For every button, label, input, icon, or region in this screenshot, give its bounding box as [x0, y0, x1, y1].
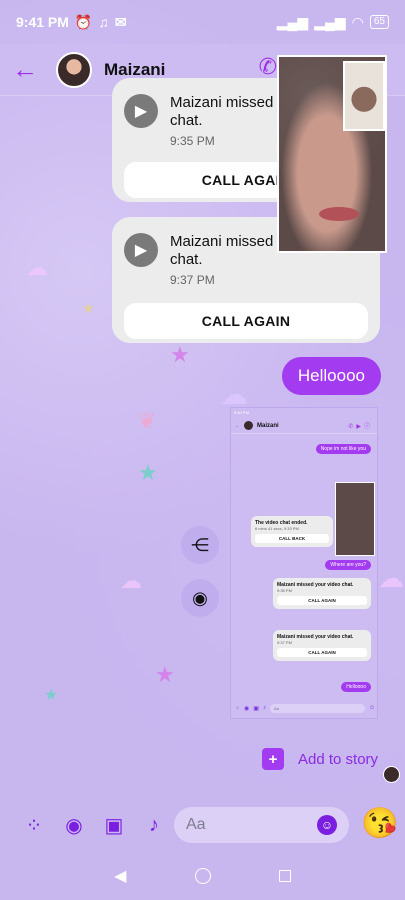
wifi-icon: ◠	[351, 13, 364, 30]
apps-icon: ⁘	[235, 705, 241, 712]
screenshot-contact-name: Maizani	[257, 422, 279, 429]
screenshot-message: Where are you?	[325, 560, 371, 570]
apps-icon[interactable]: ⁘	[14, 813, 54, 838]
shared-screenshot-image[interactable]: 9:40 PM ← Maizani ✆▶ⓘ Nope im not like y…	[230, 407, 378, 719]
contact-name[interactable]: Maizani	[104, 60, 165, 80]
call-again-button[interactable]: CALL AGAIN	[124, 303, 368, 339]
message-composer: ⁘ ◉ ▣ ♪ Aa ☺ 😘	[0, 803, 405, 847]
signal-icon: ▂▄▆	[276, 13, 309, 30]
signal-icon: ▂▄▆	[314, 13, 346, 30]
system-navigation-bar: ◀	[0, 852, 405, 900]
battery-icon: 65	[369, 15, 389, 29]
add-story-icon: +	[262, 748, 284, 770]
share-button[interactable]: ⋲	[181, 526, 219, 564]
gallery-icon[interactable]: ▣	[94, 813, 134, 838]
message-time: 9:37 PM	[170, 273, 215, 287]
screenshot-call-card: Maizani missed your video chat. 9:35 PM …	[273, 578, 371, 609]
camera-icon: ◉	[192, 587, 208, 608]
mic-icon: ♪	[262, 705, 266, 711]
screenshot-card-meta: 6 mins 41 secs, 9:33 PM	[255, 526, 299, 531]
alarm-icon: ⏰	[74, 13, 93, 30]
message-input-placeholder: Aa	[186, 816, 206, 833]
call-icons: ✆▶ⓘ	[348, 424, 373, 430]
screenshot-status-bar: 9:40 PM	[234, 410, 249, 415]
video-camera-icon: ▶	[124, 94, 158, 128]
star-sticker-icon: ★	[170, 342, 190, 367]
screenshot-card-button: CALL AGAIN	[277, 648, 367, 657]
cloud-sticker-icon: ☁	[378, 563, 404, 593]
emoji-picker-icon[interactable]: ☺	[317, 815, 337, 835]
screenshot-video-overlay	[335, 482, 375, 556]
nav-home-icon[interactable]	[194, 868, 211, 884]
message-input[interactable]: Aa ☺	[174, 807, 349, 843]
back-arrow-icon[interactable]: ←	[12, 54, 48, 85]
screenshot-header: ← Maizani ✆▶ⓘ	[231, 418, 377, 434]
nav-back-icon[interactable]: ◀	[114, 866, 126, 886]
video-camera-icon: ▶	[124, 233, 158, 267]
screenshot-message: Helloooo	[341, 682, 371, 692]
status-time: 9:41 PM	[16, 14, 69, 30]
emoji-icon: ☺	[368, 705, 375, 711]
screenshot-call-card: Maizani missed your video chat. 9:37 PM …	[273, 630, 371, 661]
share-icon: ⋲	[191, 534, 209, 555]
avatar[interactable]	[56, 51, 92, 88]
star-sticker-icon: ★	[138, 460, 158, 485]
screenshot-card-button: CALL BACK	[255, 534, 329, 543]
screenshot-card-meta: 9:37 PM	[277, 640, 292, 645]
screenshot-card-button: CALL AGAIN	[277, 596, 367, 605]
star-sticker-icon: ★	[82, 300, 95, 316]
screenshot-call-card: The video chat ended. 6 mins 41 secs, 9:…	[251, 516, 333, 547]
screenshot-card-meta: 9:35 PM	[277, 588, 292, 593]
cloud-sticker-icon: ☁	[26, 255, 48, 280]
quick-reaction-emoji-icon[interactable]: 😘	[361, 806, 398, 841]
status-bar: 9:41 PM ⏰ ♫ ✉ ▂▄▆ ▂▄▆ ◠ 65	[0, 0, 405, 44]
screenshot-composer: ⁘ ◉ ▣ ♪ Aa ☺	[235, 702, 375, 714]
microphone-icon[interactable]: ♪	[134, 814, 174, 837]
headset-icon: ♫	[98, 14, 109, 30]
sent-message-bubble[interactable]: Helloooo	[281, 357, 381, 395]
self-view-video[interactable]	[343, 61, 385, 131]
nav-recents-icon[interactable]	[278, 870, 291, 882]
cloud-sticker-icon: ☁	[120, 568, 142, 593]
camera-icon[interactable]: ◉	[54, 813, 94, 838]
add-to-story-button[interactable]: + Add to story	[262, 748, 378, 770]
add-to-story-label: Add to story	[298, 750, 379, 768]
camera-button[interactable]: ◉	[181, 579, 219, 617]
messenger-icon: ✉	[114, 13, 127, 30]
video-call-overlay[interactable]	[277, 55, 387, 253]
screenshot-message: Nope im not like you	[315, 444, 371, 454]
video-feed	[319, 207, 359, 221]
camera-icon: ◉	[244, 705, 250, 712]
gallery-icon: ▣	[253, 705, 259, 712]
butterfly-sticker-icon: ❦	[138, 408, 157, 433]
avatar	[244, 421, 253, 430]
star-sticker-icon: ★	[155, 662, 175, 687]
star-sticker-icon: ★	[44, 687, 59, 704]
read-receipt-avatar	[383, 766, 400, 783]
back-arrow-icon: ←	[235, 422, 240, 429]
phone-icon[interactable]: ✆	[259, 54, 277, 80]
screenshot-input: Aa	[269, 703, 365, 713]
